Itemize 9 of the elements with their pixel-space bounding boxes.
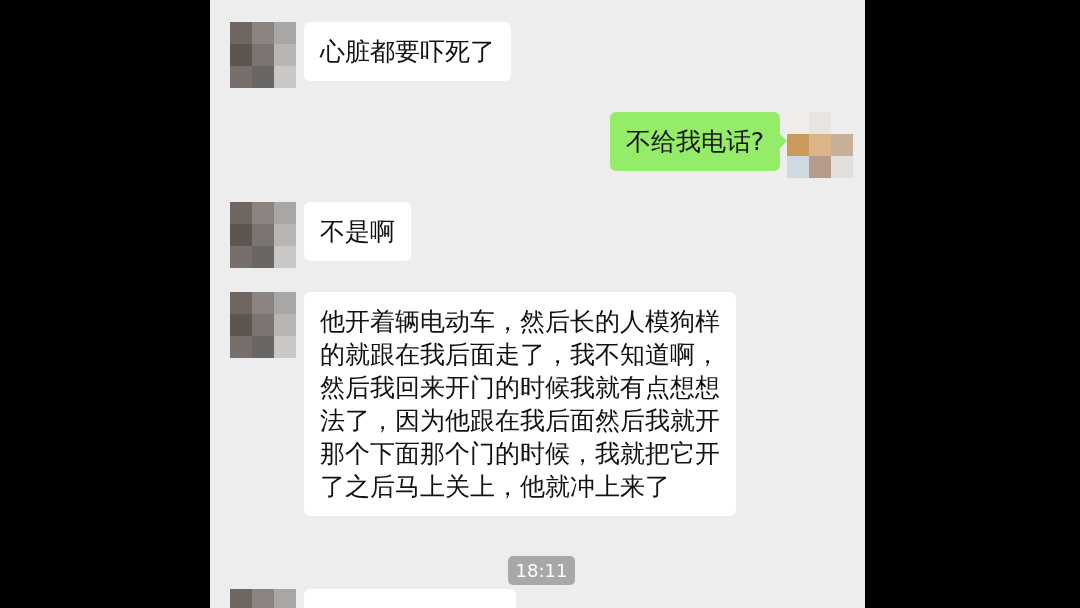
pixelated-avatar <box>230 22 296 88</box>
message-bubble: 不是啊 <box>304 202 411 261</box>
message-bubble: 心脏都要吓死了 <box>304 22 511 81</box>
pixelated-avatar <box>230 202 296 268</box>
timestamp: 18:11 <box>507 556 576 585</box>
message-bubble: 他开着辆电动车，然后长的人模狗样的就跟在我后面走了，我不知道啊，然后我回来开门的时候我就有点想想法了，因为他跟在我后面然后我就开那个下面那个门的时候，我就把它开了之后马上关上，他就冲上来了 <box>304 292 736 516</box>
pixelated-avatar <box>787 112 853 178</box>
message-bubble: 不给我电话? <box>609 112 780 171</box>
pixelated-avatar <box>230 292 296 358</box>
